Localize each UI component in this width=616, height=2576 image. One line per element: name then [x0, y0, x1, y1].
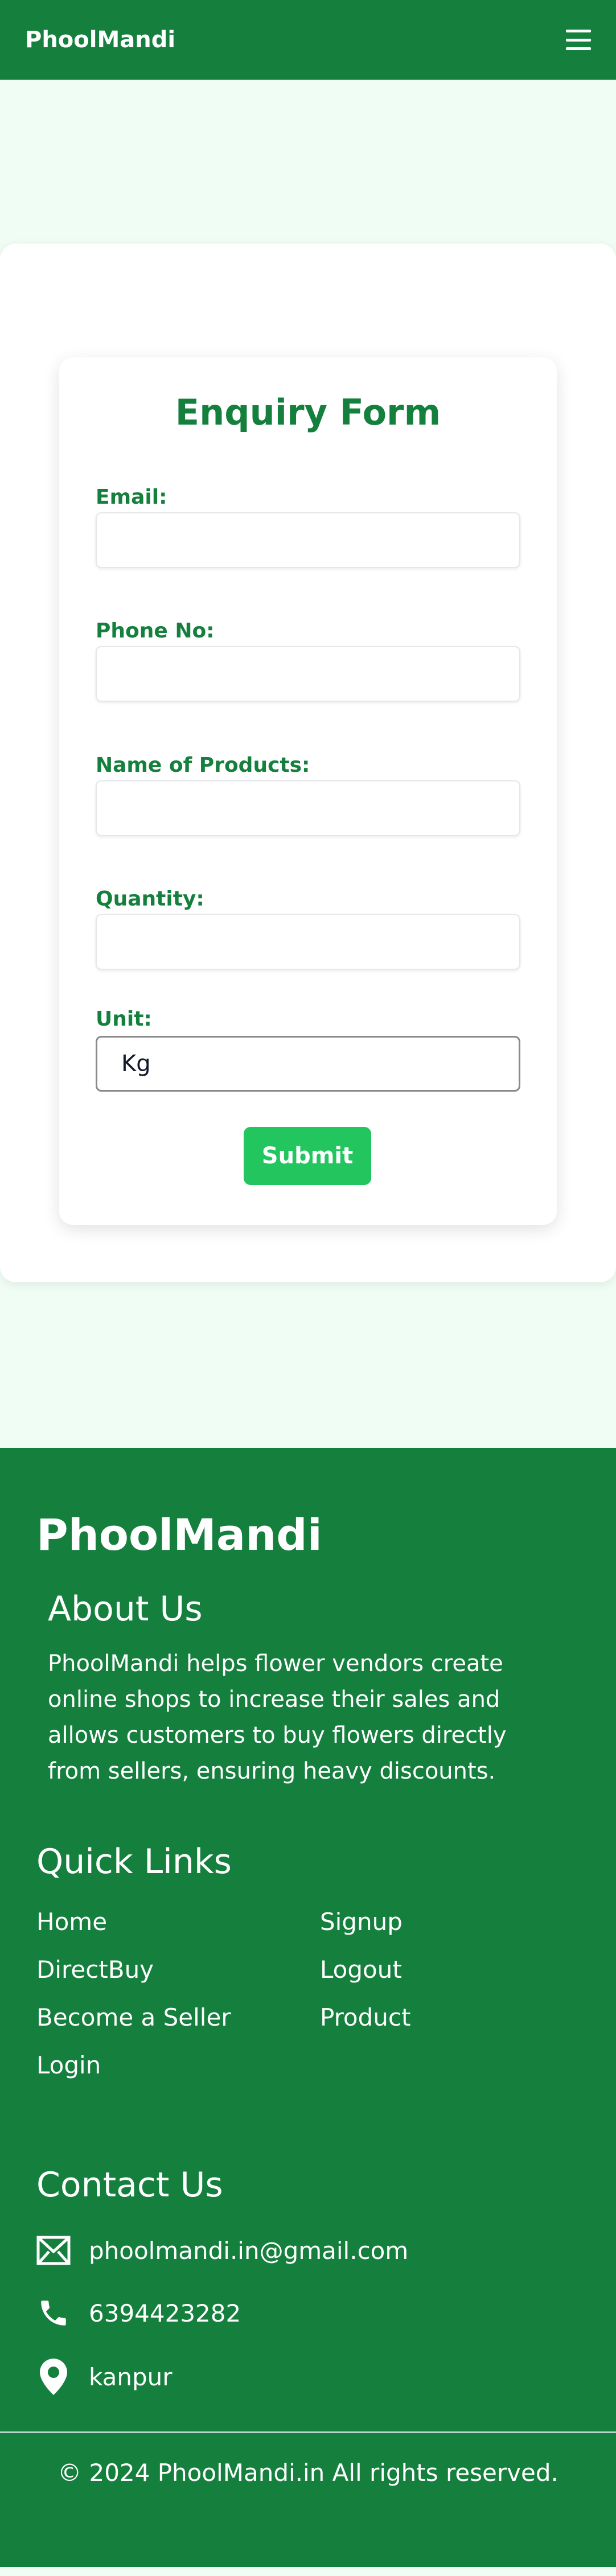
copyright-text: © 2024 PhoolMandi.in All rights reserved…	[58, 2459, 558, 2487]
footer-link-logout[interactable]: Logout	[320, 1956, 402, 1984]
envelope-icon	[36, 2233, 71, 2268]
hamburger-menu-icon[interactable]	[566, 30, 591, 50]
enquiry-form-card: Enquiry Form Email: Phone No: Name of Pr…	[59, 357, 557, 1225]
footer-link-directbuy[interactable]: DirectBuy	[36, 1956, 154, 1984]
unit-label: Unit:	[96, 1007, 152, 1031]
contact-location: kanpur	[89, 2363, 173, 2391]
phone-field[interactable]	[96, 646, 520, 702]
footer: PhoolMandi About Us PhoolMandi helps flo…	[0, 1448, 616, 2567]
contact-title: Contact Us	[36, 2165, 223, 2205]
footer-link-signup[interactable]: Signup	[320, 1908, 403, 1936]
contact-phone: 6394423282	[89, 2299, 241, 2327]
footer-link-login[interactable]: Login	[36, 2051, 101, 2079]
unit-selected-value: Kg	[121, 1051, 151, 1077]
footer-link-home[interactable]: Home	[36, 1908, 107, 1936]
unit-select[interactable]: Kg	[96, 1036, 520, 1092]
brand-logo[interactable]: PhoolMandi	[25, 27, 175, 53]
footer-brand: PhoolMandi	[36, 1509, 322, 1560]
about-title: About Us	[48, 1589, 203, 1629]
contact-phone-row[interactable]: 6394423282	[36, 2296, 241, 2330]
products-field[interactable]	[96, 780, 520, 836]
location-pin-icon	[36, 2359, 71, 2395]
quantity-label: Quantity:	[96, 887, 204, 911]
contact-location-row: kanpur	[36, 2359, 173, 2395]
footer-link-product[interactable]: Product	[320, 2003, 410, 2031]
phone-label: Phone No:	[96, 619, 215, 643]
email-field[interactable]	[96, 512, 520, 568]
contact-email-row[interactable]: phoolmandi.in@gmail.com	[36, 2233, 408, 2268]
footer-divider	[0, 2431, 616, 2433]
quantity-field[interactable]	[96, 914, 520, 970]
email-label: Email:	[96, 485, 167, 509]
submit-button[interactable]: Submit	[244, 1127, 371, 1185]
form-container: Enquiry Form Email: Phone No: Name of Pr…	[0, 244, 616, 1282]
products-label: Name of Products:	[96, 754, 310, 777]
phone-icon	[36, 2296, 71, 2330]
top-navbar: PhoolMandi	[0, 0, 616, 80]
footer-link-become-seller[interactable]: Become a Seller	[36, 2003, 231, 2031]
contact-email: phoolmandi.in@gmail.com	[89, 2236, 409, 2265]
form-title: Enquiry Form	[175, 392, 441, 433]
quick-links-title: Quick Links	[36, 1842, 232, 1882]
about-text: PhoolMandi helps flower vendors create o…	[48, 1651, 507, 1784]
